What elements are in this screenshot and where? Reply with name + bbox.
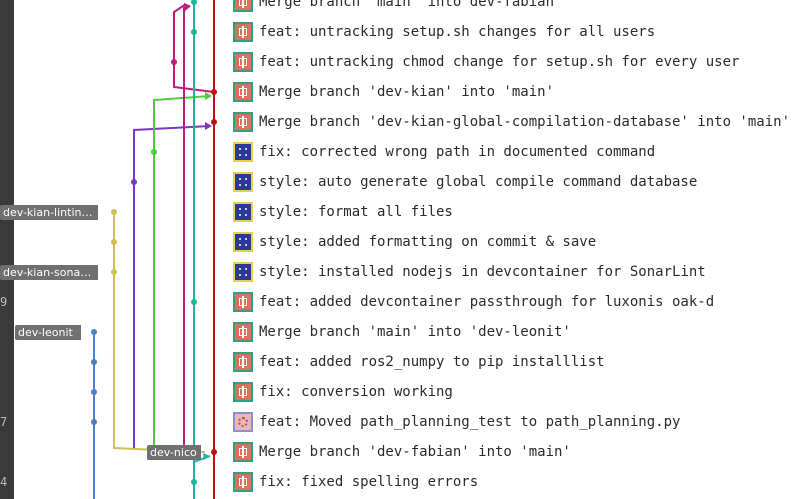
commit-row[interactable]: Merge branch 'dev-kian-global-compilatio… bbox=[233, 107, 790, 137]
commit-node[interactable] bbox=[211, 89, 217, 95]
graph-arrow-purple bbox=[205, 122, 212, 130]
author-avatar bbox=[233, 262, 253, 282]
commit-node[interactable] bbox=[191, 479, 197, 485]
commit-row[interactable]: fix: conversion working bbox=[233, 377, 453, 407]
commit-node[interactable] bbox=[111, 239, 117, 245]
branch-tag-dev-leonit[interactable]: dev-leonit bbox=[15, 325, 81, 340]
commit-row[interactable]: Merge branch 'main' into 'dev-leonit' bbox=[233, 317, 571, 347]
author-avatar bbox=[233, 292, 253, 312]
commit-row[interactable]: Merge branch 'dev-kian' into 'main' bbox=[233, 77, 554, 107]
graph-edge-olive bbox=[113, 212, 206, 453]
commit-message: fix: conversion working bbox=[259, 384, 453, 400]
commit-message: style: auto generate global compile comm… bbox=[259, 174, 698, 190]
author-avatar bbox=[233, 352, 253, 372]
commit-row[interactable]: feat: untracking setup.sh changes for al… bbox=[233, 17, 655, 47]
author-avatar bbox=[233, 232, 253, 252]
commit-message: style: format all files bbox=[259, 204, 453, 220]
graph-edge-green bbox=[153, 95, 211, 448]
author-avatar bbox=[233, 142, 253, 162]
commit-message: feat: untracking setup.sh changes for al… bbox=[259, 24, 656, 40]
author-avatar bbox=[233, 472, 253, 492]
commit-row[interactable]: feat: added ros2_numpy to pip installlis… bbox=[233, 347, 605, 377]
commit-row[interactable]: style: installed nodejs in devcontainer … bbox=[233, 257, 706, 287]
graph-edge-magenta bbox=[183, 5, 191, 448]
commit-row[interactable]: style: added formatting on commit & save bbox=[233, 227, 596, 257]
commit-message: feat: Moved path_planning_test to path_p… bbox=[259, 414, 681, 430]
author-avatar bbox=[233, 322, 253, 342]
commit-message: Merge branch 'dev-fabian' into 'main' bbox=[259, 444, 571, 460]
commit-row[interactable]: style: auto generate global compile comm… bbox=[233, 167, 697, 197]
author-avatar bbox=[233, 382, 253, 402]
author-avatar bbox=[233, 412, 253, 432]
commit-row[interactable]: style: format all files bbox=[233, 197, 453, 227]
branch-tag-dev-kian-sonarlint[interactable]: dev-kian-sonarl… bbox=[0, 265, 98, 280]
author-avatar bbox=[233, 52, 253, 72]
graph-arrow-teal bbox=[203, 453, 210, 460]
branch-tag-dev-nico[interactable]: dev-nico bbox=[147, 445, 201, 460]
commit-row[interactable]: feat: Moved path_planning_test to path_p… bbox=[233, 407, 680, 437]
commit-message: fix: corrected wrong path in documented … bbox=[259, 144, 656, 160]
commit-message: fix: fixed spelling errors bbox=[259, 474, 479, 490]
commit-node[interactable] bbox=[211, 449, 217, 455]
commit-message: feat: added devcontainer passthrough for… bbox=[259, 294, 715, 310]
commit-row[interactable]: feat: added devcontainer passthrough for… bbox=[233, 287, 714, 317]
commit-message: Merge branch 'dev-kian' into 'main' bbox=[259, 84, 555, 100]
author-avatar bbox=[233, 442, 253, 462]
commit-node[interactable] bbox=[131, 179, 137, 185]
author-avatar bbox=[233, 172, 253, 192]
commit-node[interactable] bbox=[191, 0, 197, 5]
commit-row[interactable]: Merge branch 'dev-fabian' into 'main' bbox=[233, 437, 571, 467]
graph-arrow-green bbox=[205, 92, 212, 100]
commit-message: style: installed nodejs in devcontainer … bbox=[259, 264, 706, 280]
author-avatar bbox=[233, 112, 253, 132]
commit-node[interactable] bbox=[211, 119, 217, 125]
author-avatar bbox=[233, 0, 253, 12]
commit-message: Merge branch 'main' into dev-fabian bbox=[259, 0, 555, 10]
commit-row[interactable]: feat: untracking chmod change for setup.… bbox=[233, 47, 739, 77]
commit-node[interactable] bbox=[191, 29, 197, 35]
commit-message: feat: added ros2_numpy to pip installlis… bbox=[259, 354, 605, 370]
commit-node[interactable] bbox=[91, 329, 97, 335]
commit-node[interactable] bbox=[171, 59, 177, 65]
commit-node[interactable] bbox=[111, 269, 117, 275]
commit-row[interactable]: fix: corrected wrong path in documented … bbox=[233, 137, 655, 167]
author-avatar bbox=[233, 202, 253, 222]
commit-node[interactable] bbox=[111, 209, 117, 215]
commit-node[interactable] bbox=[191, 299, 197, 305]
commit-row[interactable]: Merge branch 'main' into dev-fabian bbox=[233, 0, 554, 17]
commit-row[interactable]: fix: fixed spelling errors bbox=[233, 467, 478, 497]
author-avatar bbox=[233, 22, 253, 42]
commit-node[interactable] bbox=[91, 419, 97, 425]
commit-message: Merge branch 'main' into 'dev-leonit' bbox=[259, 324, 571, 340]
commit-node[interactable] bbox=[91, 359, 97, 365]
commit-message: feat: untracking chmod change for setup.… bbox=[259, 54, 740, 70]
author-avatar bbox=[233, 82, 253, 102]
commit-message: style: added formatting on commit & save bbox=[259, 234, 597, 250]
commit-node[interactable] bbox=[151, 149, 157, 155]
branch-tag-dev-kian-linting[interactable]: dev-kian-lintin… bbox=[0, 205, 98, 220]
commit-graph bbox=[91, 0, 217, 499]
commit-message: Merge branch 'dev-kian-global-compilatio… bbox=[259, 114, 791, 130]
commit-node[interactable] bbox=[91, 389, 97, 395]
graph-edge-purple bbox=[133, 125, 211, 448]
